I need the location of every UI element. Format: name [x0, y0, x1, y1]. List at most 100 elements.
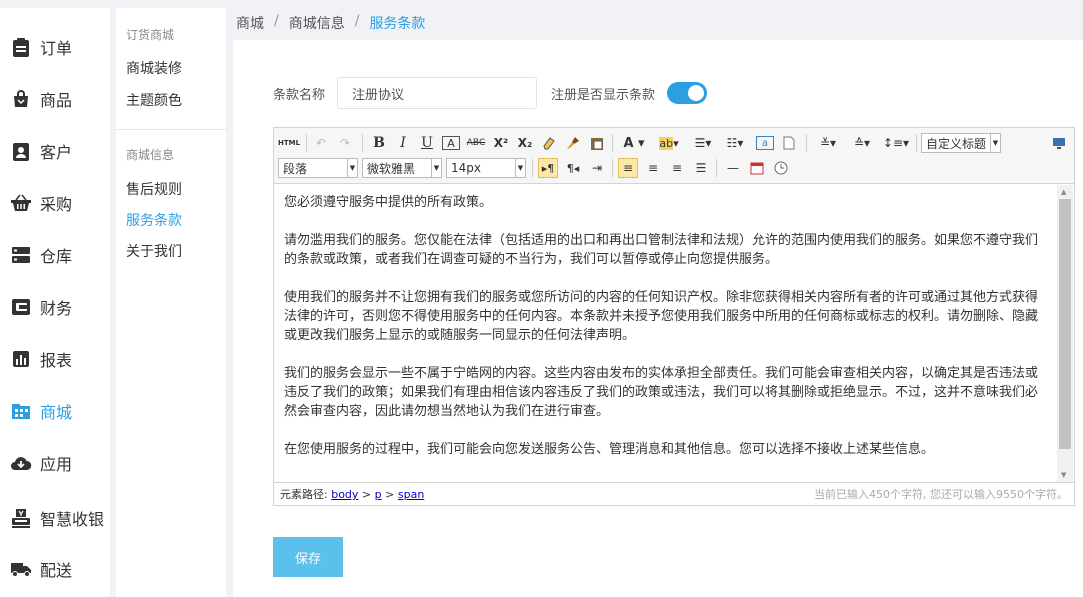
font-border-icon[interactable]: A [442, 136, 460, 150]
toolbar-separator [306, 134, 307, 152]
path-link-p[interactable]: p [375, 488, 382, 501]
term-name-label: 条款名称 [273, 88, 326, 103]
rtl-direction-icon[interactable]: ¶◂ [564, 159, 582, 177]
paste-icon[interactable] [588, 134, 606, 152]
undo-icon[interactable]: ↶ [312, 134, 330, 152]
nav-label: 仓库 [40, 247, 73, 266]
toolbar-separator [806, 134, 807, 152]
html-source-button[interactable]: HTML [278, 134, 300, 152]
nav-item-purchase[interactable]: 采购 [10, 188, 72, 218]
horizontal-rule-icon[interactable]: — [724, 159, 742, 177]
path-link-body[interactable]: body [331, 488, 358, 501]
scroll-up-icon[interactable]: ▲ [1061, 188, 1066, 196]
format-brush-icon[interactable] [564, 134, 582, 152]
nav-label: 报表 [40, 351, 73, 370]
main-nav: 订单 商品 客户 采购 仓库 财务 报表 商城 应用 智慧收银 配送 [0, 8, 110, 597]
bar-chart-icon [10, 348, 32, 370]
sub-item-after-sales[interactable]: 售后规则 [126, 179, 182, 199]
nav-item-delivery[interactable]: 配送 [10, 554, 72, 584]
custom-title-select[interactable]: 自定义标题 ▼ [921, 133, 1001, 153]
italic-icon[interactable]: I [394, 134, 412, 152]
clock-icon[interactable] [772, 159, 790, 177]
editor-scrollbar[interactable]: ▲ ▼ [1057, 185, 1073, 482]
superscript-icon[interactable]: X² [492, 134, 510, 152]
ltr-direction-icon[interactable]: ▸¶ [538, 158, 558, 178]
nav-item-warehouse[interactable]: 仓库 [10, 240, 72, 270]
bold-icon[interactable]: B [370, 134, 388, 152]
ordered-list-icon[interactable]: ☰▾ [690, 134, 716, 152]
calendar-icon[interactable] [748, 159, 766, 177]
show-terms-toggle[interactable] [667, 82, 707, 104]
underline-icon[interactable]: U [418, 134, 436, 152]
nav-label: 财务 [40, 299, 73, 318]
nav-label: 应用 [40, 455, 73, 474]
font-family-select[interactable]: 微软雅黑 ▼ [362, 158, 442, 178]
breadcrumb-item[interactable]: 商城 [236, 13, 264, 33]
editor-content[interactable]: 您必须遵守服务中提供的所有政策。 请勿滥用我们的服务。您仅能在法律（包括适用的出… [274, 185, 1058, 482]
align-center-icon[interactable]: ≡ [644, 159, 662, 177]
select-value: 14px [451, 161, 481, 175]
element-path: 元素路径: body > p > span [280, 488, 425, 501]
unordered-list-icon[interactable]: ☷▾ [722, 134, 748, 152]
nav-item-finance[interactable]: 财务 [10, 292, 72, 322]
nav-item-store[interactable]: 商城 [10, 396, 72, 426]
rich-text-editor: HTML ↶ ↷ B I U A ABC X² X₂ A ▾ ab ▾ ☰▾ ☷▾… [273, 127, 1075, 506]
sub-nav: 订货商城 商城装修 主题颜色 商城信息 售后规则 服务条款 关于我们 [116, 8, 226, 597]
fullscreen-icon[interactable] [1050, 134, 1068, 152]
font-color-icon[interactable]: A ▾ [620, 134, 648, 152]
scrollbar-thumb[interactable] [1059, 199, 1071, 449]
clear-doc-icon[interactable] [780, 134, 798, 152]
align-justify-icon[interactable]: ☰ [692, 159, 710, 177]
toolbar-separator [362, 134, 363, 152]
redo-icon[interactable]: ↷ [336, 134, 354, 152]
nav-item-customers[interactable]: 客户 [10, 136, 72, 166]
sub-item-decoration[interactable]: 商城装修 [126, 58, 182, 78]
eraser-icon[interactable] [540, 134, 558, 152]
nav-item-orders[interactable]: 订单 [10, 32, 72, 62]
anchor-icon[interactable]: a [756, 136, 774, 150]
select-value: 自定义标题 [926, 136, 987, 151]
strikethrough-icon[interactable]: ABC [466, 134, 486, 152]
content-paragraph: 请勿滥用我们的服务。您仅能在法律（包括适用的出口和再出口管制法律和法规）允许的范… [284, 233, 1039, 267]
select-value: 段落 [283, 161, 308, 176]
wallet-icon [10, 296, 32, 318]
align-right-icon[interactable]: ≡ [668, 159, 686, 177]
nav-item-apps[interactable]: 应用 [10, 448, 72, 478]
nav-label: 配送 [40, 561, 73, 580]
nav-item-products[interactable]: 商品 [10, 84, 72, 114]
nav-item-reports[interactable]: 报表 [10, 344, 72, 374]
align-left-icon[interactable]: ≡ [618, 158, 638, 178]
contact-card-icon [10, 140, 32, 162]
toolbar-separator [612, 134, 613, 152]
breadcrumb-current: 服务条款 [369, 16, 426, 32]
breadcrumb-item[interactable]: 商城信息 [289, 13, 345, 33]
scroll-down-icon[interactable]: ▼ [1061, 471, 1066, 479]
font-size-select[interactable]: 14px ▼ [446, 158, 526, 178]
select-value: 微软雅黑 [367, 161, 416, 176]
breadcrumb-separator: / [354, 13, 360, 29]
nav-label: 订单 [40, 39, 73, 58]
subscript-icon[interactable]: X₂ [516, 134, 534, 152]
paragraph-select[interactable]: 段落 ▼ [278, 158, 358, 178]
chevron-down-icon: ▼ [347, 159, 357, 177]
line-height-icon[interactable]: ↕≡▾ [882, 134, 910, 152]
breadcrumb-separator: / [274, 13, 279, 29]
chevron-down-icon: ▼ [990, 134, 1000, 152]
term-name-input[interactable] [337, 77, 537, 109]
cloud-download-icon [10, 452, 32, 474]
indent-icon[interactable]: ⇥ [588, 159, 606, 177]
show-terms-label: 注册是否显示条款 [551, 88, 656, 103]
sub-item-theme-color[interactable]: 主题颜色 [126, 90, 182, 110]
store-icon [10, 400, 32, 422]
row-spacing-top-icon[interactable]: ≚▾ [814, 134, 842, 152]
row-spacing-bottom-icon[interactable]: ≙▾ [848, 134, 876, 152]
nav-item-cashier[interactable]: 智慧收银 [10, 503, 104, 533]
cashier-icon [10, 507, 32, 529]
highlight-color-icon[interactable]: ab ▾ [654, 134, 684, 152]
sub-item-about[interactable]: 关于我们 [126, 241, 182, 261]
sub-group-title: 订货商城 [126, 28, 175, 42]
truck-icon [10, 558, 32, 580]
sub-item-terms[interactable]: 服务条款 [126, 210, 182, 230]
save-button[interactable]: 保存 [273, 537, 343, 577]
path-link-span[interactable]: span [398, 488, 424, 501]
